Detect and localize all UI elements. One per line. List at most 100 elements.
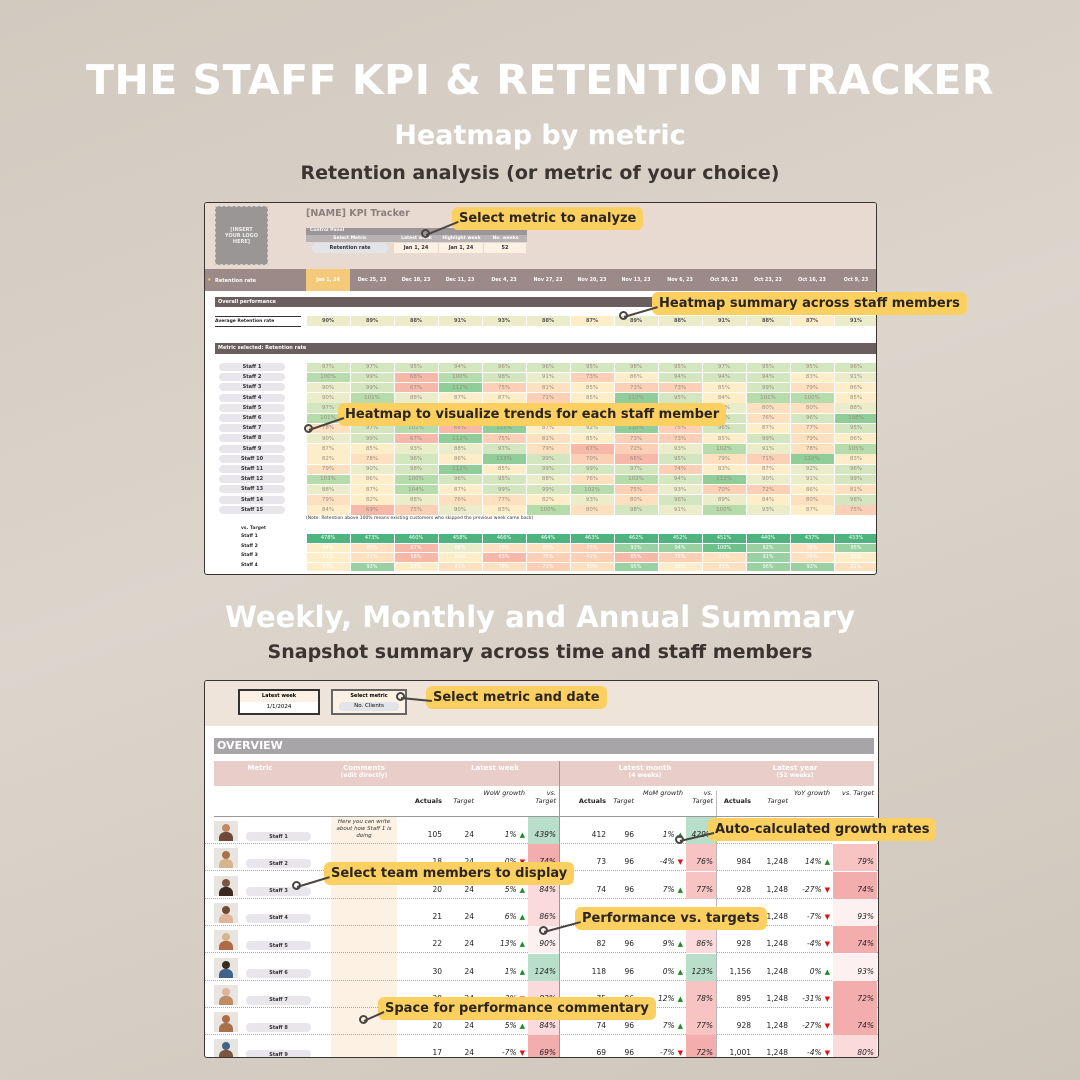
heatmap-cell: 84% [746,495,790,505]
staff-selector[interactable]: Staff 7 [219,424,285,433]
growth-cell: -27% ▼ [791,872,833,899]
date-column-header[interactable]: Oct 16, 23 [790,269,834,291]
staff-photo [214,957,238,978]
heatmap-cell: 78% [350,454,394,464]
staff-photo [214,902,238,923]
staff-selector[interactable]: Staff 2 [246,859,311,869]
date-column-header[interactable]: Dec 4, 23 [482,269,526,291]
actuals-cell: 69 [559,1035,609,1057]
date-column-header[interactable]: Nov 13, 23 [614,269,658,291]
vs-target-cell: 91% [746,553,790,562]
heatmap-cell: 100% [438,372,482,383]
actuals-cell: 118 [559,954,609,981]
heatmap-cell: 86% [834,433,876,444]
latest-week-label: Latest week [261,693,297,699]
heatmap-cell: 87% [790,505,834,515]
staff-selector[interactable]: Staff 12 [219,475,285,484]
target-cell: 1,248 [754,844,791,871]
staff-selector[interactable]: Staff 4 [246,913,311,923]
control-panel-no-weeks[interactable]: 52 [484,243,526,253]
latest-week-value[interactable]: 1/1/2024 [240,702,318,713]
target-cell: 24 [445,1035,477,1057]
group-header-comments: Comments (edit directly) [331,764,397,780]
date-column-header[interactable]: Nov 6, 23 [658,269,702,291]
control-panel-highlight-week[interactable]: Jan 1, 24 [439,243,483,253]
staff-selector[interactable]: Staff 1 [219,363,285,371]
staff-selector[interactable]: Staff 14 [219,495,285,504]
latest-week-control[interactable]: Latest week 1/1/2024 [238,689,320,715]
date-column-header[interactable]: Dec 11, 23 [438,269,482,291]
select-metric-control[interactable]: Select metric No. Clients [331,689,407,715]
staff-selector[interactable]: Staff 3 [219,383,285,392]
group-header-week: Latest week [435,764,555,772]
staff-selector[interactable]: Staff 5 [246,941,311,951]
logo-placeholder[interactable]: [INSERT YOUR LOGO HERE] [215,206,268,265]
heatmap-cell: 95% [658,393,702,403]
vs-target-cell: 80% [833,1035,877,1057]
heatmap-cell: 86% [790,484,834,495]
date-column-header[interactable]: Jan 1, 24 [306,269,350,291]
value: 96 [624,1048,634,1058]
heatmap-cell: 95% [658,454,702,464]
control-panel-metric-select[interactable]: Retention rate [312,243,388,253]
heatmap-cell: 98% [614,505,658,515]
date-column-header[interactable]: Dec 25, 23 [350,269,394,291]
staff-selector[interactable]: Staff 1 [246,832,311,841]
control-panel-latest-week[interactable]: Jan 1, 24 [394,243,438,253]
callout-marker-icon [292,881,301,890]
staff-selector[interactable]: Staff 3 [246,886,311,896]
date-column-header[interactable]: Nov 27, 23 [526,269,570,291]
date-column-header[interactable]: Nov 20, 23 [570,269,614,291]
callout-c4: Select metric and date [426,686,607,709]
metric-label: Retention rate [215,278,257,284]
date-column-header[interactable]: Oct 30, 23 [702,269,746,291]
vs-target-cell: 72% [833,980,877,1008]
heatmap-cell: 94% [658,372,702,383]
date-column-header[interactable]: Dec 18, 23 [394,269,438,291]
staff-selector[interactable]: Staff 4 [219,393,285,402]
value: 1,248 [766,857,788,867]
date-column-header[interactable]: Oct 9, 23 [834,269,876,291]
value: 412 [591,830,606,839]
heatmap-cell: 91% [790,474,834,485]
heatmap-cell: 96% [526,362,570,372]
value: -27% [802,1021,822,1031]
heatmap-cell: 99% [350,372,394,383]
vs-target-cell: 452% [658,534,702,543]
vs-target-staff-label: Staff 1 [241,534,258,539]
value: 30 [432,966,442,976]
comment-text[interactable]: Here you can write about how Staff 1 is … [333,819,395,840]
staff-selector[interactable]: Staff 10 [219,454,285,463]
growth-up-arrow-icon: ▲ [824,967,830,976]
heatmap-cell: 81% [526,382,570,393]
vs-target-cell: 85% [834,553,876,562]
value: 1,248 [766,966,788,976]
staff-selector[interactable]: Staff 11 [219,465,285,473]
vs-target-cell: 83% [438,553,482,562]
staff-selector[interactable]: Staff 8 [219,434,285,443]
vs-target-cell: 466% [482,534,526,543]
vs-target-cell: 464% [526,534,570,543]
value: 1,248 [766,939,788,949]
staff-selector[interactable]: Staff 5 [219,403,285,412]
staff-selector[interactable]: Staff 13 [219,485,285,494]
callout-marker-icon [619,311,628,320]
date-column-header[interactable]: Oct 23, 23 [746,269,790,291]
staff-selector[interactable]: Staff 15 [219,505,285,514]
vs-target-staff-label: Staff 3 [241,553,258,559]
staff-selector[interactable]: Staff 6 [219,414,285,422]
heatmap-sheet-screenshot: [INSERT YOUR LOGO HERE] [NAME] KPI Track… [204,202,877,575]
staff-selector[interactable]: Staff 6 [246,968,311,978]
actuals-cell: 895 [716,981,754,1008]
heatmap-cell: 87% [438,393,482,403]
staff-selector[interactable]: Staff 9 [246,1050,311,1057]
select-metric-dropdown[interactable]: No. Clients [339,702,399,711]
average-cell: 89% [350,316,394,326]
staff-selector[interactable]: Staff 8 [246,1023,311,1033]
subheader-vs: vs. Target [535,789,556,805]
staff-selector[interactable]: Staff 7 [246,995,311,1005]
section-title-summary: Weekly, Monthly and Annual Summary [225,600,855,634]
staff-selector[interactable]: Staff 2 [219,373,285,382]
staff-selector[interactable]: Staff 9 [219,444,285,453]
person-head-icon [222,905,230,914]
